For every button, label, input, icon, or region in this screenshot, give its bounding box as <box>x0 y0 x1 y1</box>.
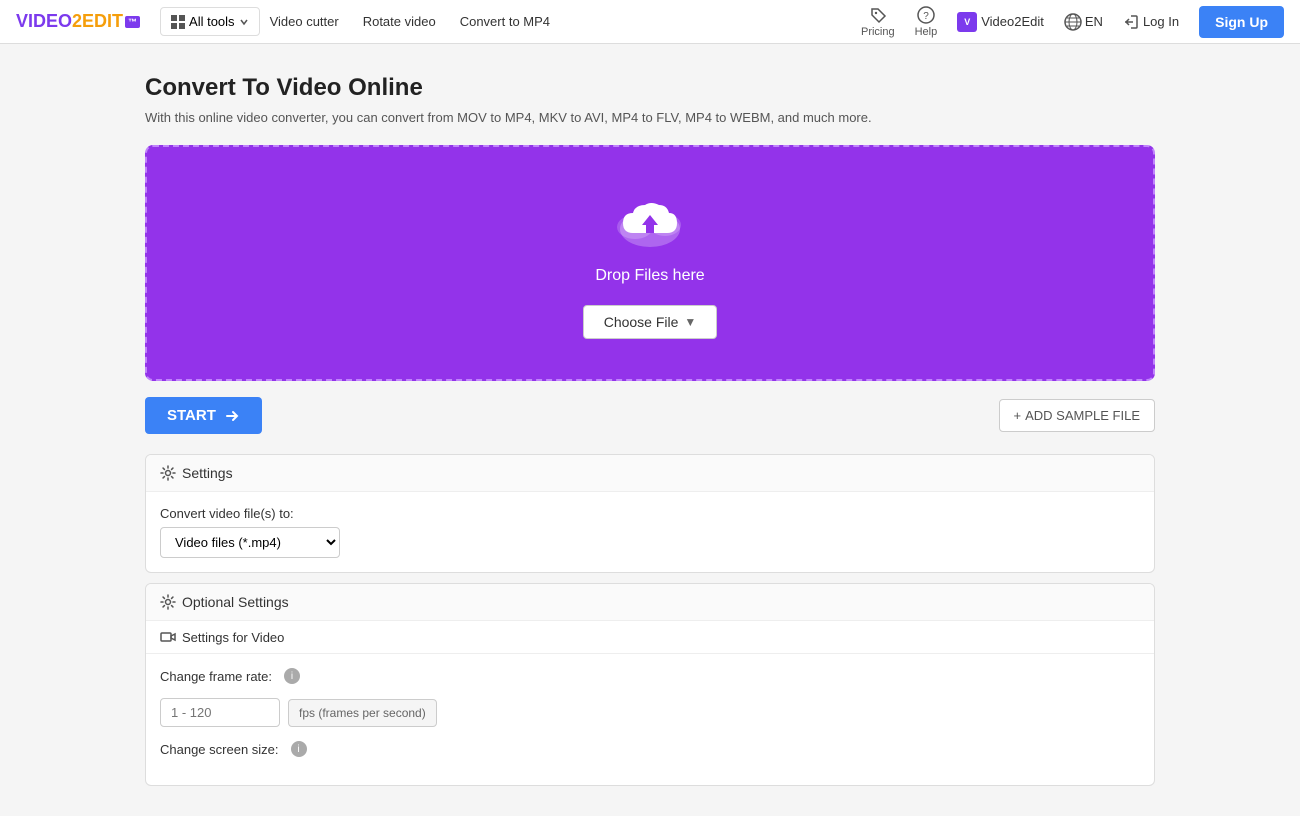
gear-icon <box>160 465 176 481</box>
nav-rotate-video[interactable]: Rotate video <box>363 14 436 29</box>
help-button[interactable]: ? Help <box>915 6 938 38</box>
video-settings-header: Settings for Video <box>146 621 1154 654</box>
tag-icon <box>869 6 887 24</box>
all-tools-label: All tools <box>189 14 235 29</box>
start-label: START <box>167 407 216 424</box>
optional-settings-body: Change frame rate: i fps (frames per sec… <box>146 654 1154 785</box>
optional-gear-icon <box>160 594 176 610</box>
start-button[interactable]: START <box>145 397 262 434</box>
settings-title: Settings <box>182 465 233 481</box>
plus-icon: + <box>1014 408 1022 423</box>
frame-rate-row: Change frame rate: i <box>160 668 1140 684</box>
main-content: Convert To Video Online With this online… <box>125 44 1175 816</box>
main-nav: Video cutter Rotate video Convert to MP4 <box>270 14 861 29</box>
settings-header: Settings <box>146 455 1154 492</box>
chevron-down-icon <box>239 17 249 27</box>
logo-suffix: 2EDIT <box>72 11 123 31</box>
screen-size-row: Change screen size: i <box>160 741 1140 757</box>
settings-panel: Settings Convert video file(s) to: Video… <box>145 454 1155 573</box>
frame-rate-label: Change frame rate: <box>160 669 272 684</box>
add-sample-label: ADD SAMPLE FILE <box>1025 408 1140 423</box>
grid-icon <box>171 15 185 29</box>
all-tools-button[interactable]: All tools <box>160 7 260 36</box>
settings-body: Convert video file(s) to: Video files (*… <box>146 492 1154 572</box>
choose-file-chevron: ▼ <box>684 315 696 329</box>
choose-file-label: Choose File <box>604 314 679 330</box>
page-subtitle: With this online video converter, you ca… <box>145 110 1155 125</box>
page-title: Convert To Video Online <box>145 74 1155 102</box>
optional-settings-panel: Optional Settings Settings for Video Cha… <box>145 583 1155 786</box>
lang-label: EN <box>1085 14 1103 29</box>
choose-file-button[interactable]: Choose File ▼ <box>583 305 718 339</box>
frame-rate-input[interactable] <box>160 698 280 727</box>
header-right: Pricing ? Help V Video2Edit EN <box>861 6 1284 38</box>
help-label: Help <box>915 26 938 38</box>
video-camera-icon <box>160 629 176 645</box>
login-label: Log In <box>1143 14 1179 29</box>
logo-text: VIDEO2EDIT <box>16 11 123 32</box>
frame-rate-info-icon[interactable]: i <box>284 668 300 684</box>
video-settings-title: Settings for Video <box>182 630 284 645</box>
optional-settings-header[interactable]: Optional Settings <box>146 584 1154 621</box>
login-button[interactable]: Log In <box>1123 14 1179 30</box>
svg-text:?: ? <box>923 11 929 22</box>
login-icon <box>1123 14 1139 30</box>
drop-text: Drop Files here <box>595 267 704 285</box>
pricing-button[interactable]: Pricing <box>861 6 895 38</box>
arrow-right-icon <box>224 408 240 424</box>
signup-button[interactable]: Sign Up <box>1199 6 1284 38</box>
add-sample-button[interactable]: + ADD SAMPLE FILE <box>999 399 1155 432</box>
video2edit-label: Video2Edit <box>981 14 1044 29</box>
screen-size-label: Change screen size: <box>160 742 279 757</box>
format-select[interactable]: Video files (*.mp4) Video files (*.avi) … <box>160 527 340 558</box>
logo[interactable]: VIDEO2EDIT ™ <box>16 11 140 32</box>
convert-label: Convert video file(s) to: <box>160 506 1140 521</box>
video2edit-button[interactable]: V Video2Edit <box>957 12 1044 32</box>
video2edit-icon: V <box>957 12 977 32</box>
nav-video-cutter[interactable]: Video cutter <box>270 14 339 29</box>
nav-convert-to-mp4[interactable]: Convert to MP4 <box>460 14 550 29</box>
pricing-label: Pricing <box>861 26 895 38</box>
optional-settings-title: Optional Settings <box>182 594 289 610</box>
logo-badge: ™ <box>125 16 140 28</box>
screen-size-info-icon[interactable]: i <box>291 741 307 757</box>
header: VIDEO2EDIT ™ All tools Video cutter Rota… <box>0 0 1300 44</box>
upload-icon <box>615 187 685 257</box>
dropzone[interactable]: Drop Files here Choose File ▼ <box>145 145 1155 381</box>
globe-icon <box>1064 13 1082 31</box>
frame-rate-unit: fps (frames per second) <box>288 699 437 727</box>
help-icon: ? <box>917 6 935 24</box>
language-button[interactable]: EN <box>1064 13 1103 31</box>
action-row: START + ADD SAMPLE FILE <box>145 397 1155 434</box>
frame-rate-input-row: fps (frames per second) <box>160 698 1140 727</box>
